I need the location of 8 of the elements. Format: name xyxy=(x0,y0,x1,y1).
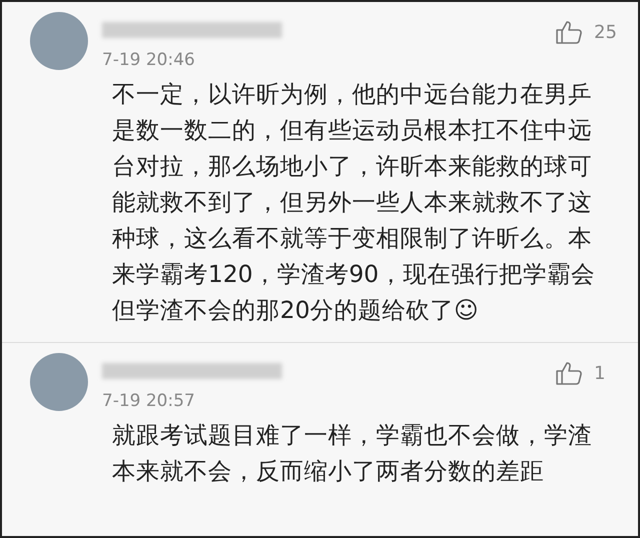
like-count: 25 xyxy=(594,22,618,42)
comment-time: 7-19 20:57 xyxy=(102,391,196,411)
thumbs-up-icon[interactable] xyxy=(556,361,582,385)
comment-time: 7-19 20:46 xyxy=(102,50,196,70)
thumbs-up-icon[interactable] xyxy=(556,20,582,44)
comment-text: 就跟考试题目难了一样，学霸也不会做，学渣本来就不会，反而缩小了两者分数的差距 xyxy=(112,421,592,485)
like-count: 1 xyxy=(594,362,606,384)
comment-text: 不一定，以许昕为例，他的中远台能力在男乒是数一数二的，但有些运动员根本扛不住中远台对拉，那么场地小了，许昕本来能救的球可能就救不到了，但另外一些人本来就救不了这种球，这么看不就等于变相限制了许昕么。本来学霸考120，学渣考90，现在强行把学霸会但学渣不会的那20分的题给砍了☺ xyxy=(112,80,595,324)
